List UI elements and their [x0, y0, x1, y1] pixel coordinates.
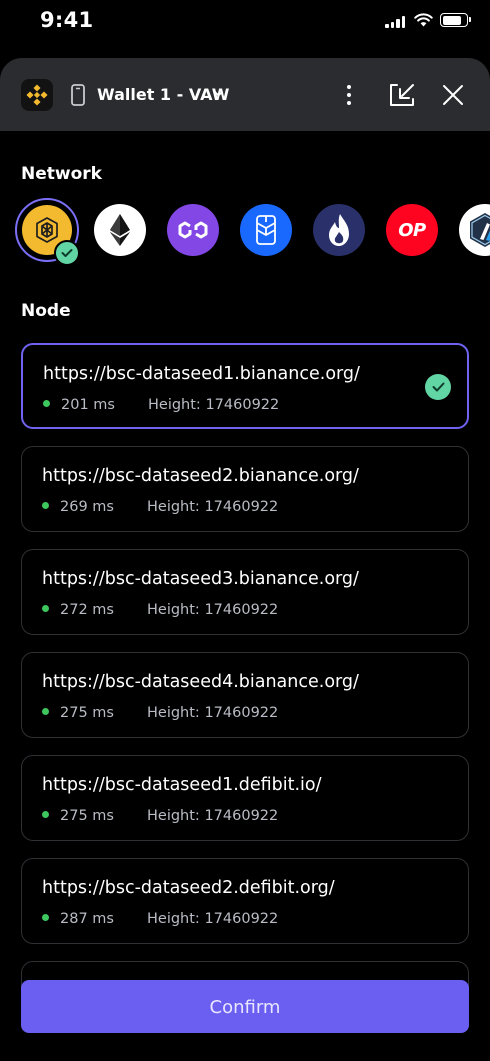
minimize-button[interactable]: [387, 80, 417, 110]
node-item[interactable]: https://bsc-dataseed4.bianance.org/ 275 …: [21, 652, 469, 738]
optimism-icon: OP: [398, 219, 426, 241]
minimize-icon: [390, 84, 414, 106]
node-label: Node: [21, 301, 71, 321]
node-item[interactable]: https://bsc-dataseed2.bianance.org/ 269 …: [21, 446, 469, 532]
height-label: Height:: [148, 397, 201, 413]
node-url: https://bsc-dataseed1.bianance.org/: [43, 364, 360, 384]
home-indicator: [168, 1048, 322, 1053]
node-item[interactable]: https://bsc-dataseed1.defibit.io/ 275 ms…: [21, 755, 469, 841]
more-icon: [347, 85, 351, 105]
status-dot: [42, 501, 49, 509]
selected-network-check-icon: [54, 240, 80, 266]
node-meta: 275 ms Height: 17460922: [42, 808, 278, 824]
wallet-selector[interactable]: Wallet 1 - VAW: [97, 85, 229, 104]
confirm-button[interactable]: Confirm: [21, 980, 469, 1033]
check-icon: [425, 374, 451, 400]
node-url: https://bsc-dataseed2.defibit.org/: [42, 878, 335, 898]
node-latency: 272 ms: [60, 602, 114, 618]
node-height: 17460922: [204, 499, 279, 515]
height-label: Height:: [147, 602, 200, 618]
network-polygon[interactable]: [167, 204, 219, 256]
phone-screen: 9:41 Wallet 1 - VAW Network OP Node http…: [0, 0, 490, 1061]
node-latency: 201 ms: [61, 397, 115, 413]
ethereum-icon: [110, 214, 130, 246]
node-meta: 201 ms Height: 17460922: [43, 397, 279, 413]
node-meta: 287 ms Height: 17460922: [42, 911, 278, 927]
node-url: https://bsc-dataseed3.bianance.org/: [42, 569, 359, 589]
node-latency: 269 ms: [60, 499, 114, 515]
node-height: 17460922: [204, 705, 279, 721]
battery-icon: [440, 13, 471, 27]
node-height: 17460922: [204, 602, 279, 618]
status-dot: [42, 810, 49, 818]
node-url: https://bsc-dataseed1.defibit.io/: [42, 775, 322, 795]
network-sheet: Wallet 1 - VAW Network OP Node https://b…: [0, 58, 490, 1061]
status-bar: 9:41: [0, 0, 490, 52]
node-url: https://bsc-dataseed2.bianance.org/: [42, 466, 359, 486]
fantom-icon: [256, 215, 276, 245]
height-label: Height:: [147, 911, 200, 927]
node-height: 17460922: [204, 808, 279, 824]
wifi-icon: [414, 13, 433, 27]
device-icon: [71, 84, 85, 106]
node-height: 17460922: [205, 397, 280, 413]
binance-logo: [21, 79, 53, 111]
node-height: 17460922: [204, 911, 279, 927]
node-latency: 275 ms: [60, 705, 114, 721]
network-ethereum[interactable]: [94, 204, 146, 256]
height-label: Height:: [147, 808, 200, 824]
cellular-signal-icon: [385, 16, 407, 28]
close-button[interactable]: [438, 80, 468, 110]
height-label: Height:: [147, 705, 200, 721]
status-dot: [42, 604, 49, 612]
height-label: Height:: [147, 499, 200, 515]
heco-icon: [329, 214, 349, 246]
sheet-header: Wallet 1 - VAW: [0, 58, 490, 131]
network-arbitrum[interactable]: [459, 204, 490, 256]
node-item[interactable]: https://bsc-dataseed2.defibit.org/ 287 m…: [21, 858, 469, 944]
node-item[interactable]: https://bsc-dataseed1.bianance.org/ 201 …: [21, 343, 469, 429]
network-fantom[interactable]: [240, 204, 292, 256]
network-label: Network: [21, 164, 102, 184]
node-item[interactable]: https://bsc-dataseed3.bianance.org/ 272 …: [21, 549, 469, 635]
node-latency: 287 ms: [60, 911, 114, 927]
status-time: 9:41: [40, 8, 94, 32]
status-dot: [42, 913, 49, 921]
node-meta: 269 ms Height: 17460922: [42, 499, 278, 515]
node-latency: 275 ms: [60, 808, 114, 824]
node-meta: 275 ms Height: 17460922: [42, 705, 278, 721]
more-button[interactable]: [334, 80, 364, 110]
close-icon: [443, 85, 463, 105]
network-heco[interactable]: [313, 204, 365, 256]
node-url: https://bsc-dataseed4.bianance.org/: [42, 672, 359, 692]
polygon-icon: [178, 221, 208, 239]
chevron-down-icon[interactable]: [214, 91, 223, 97]
status-dot: [42, 707, 49, 715]
node-meta: 272 ms Height: 17460922: [42, 602, 278, 618]
status-dot: [43, 399, 50, 407]
arbitrum-icon: [470, 213, 490, 247]
network-optimism[interactable]: OP: [386, 204, 438, 256]
